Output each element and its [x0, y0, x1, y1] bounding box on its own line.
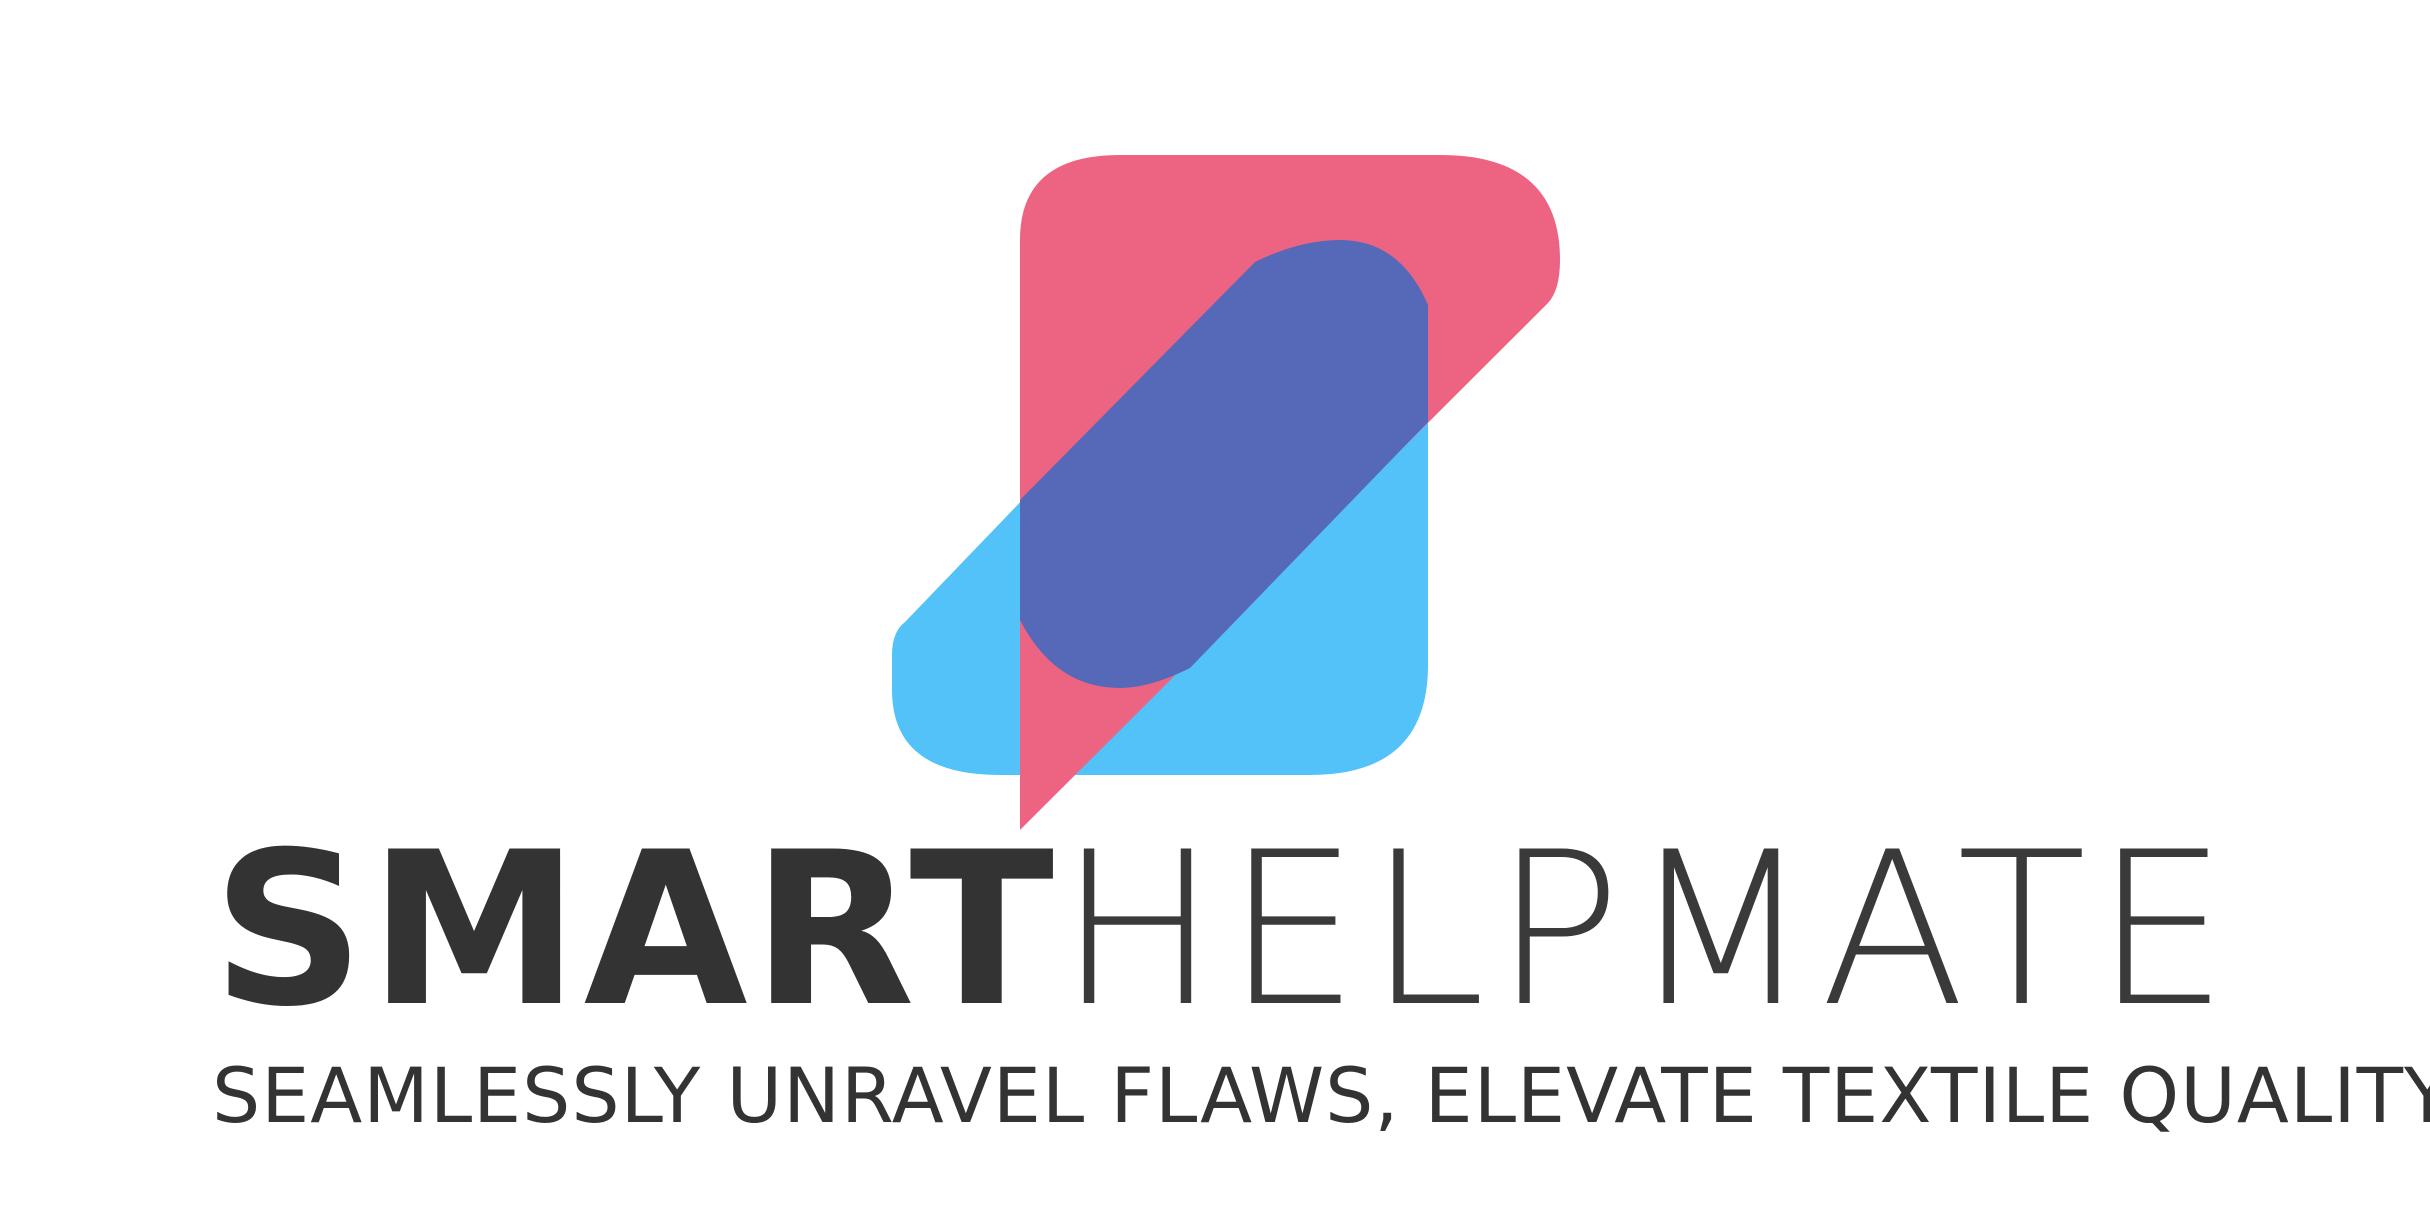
brand-tagline: SEAMLESSLY UNRAVEL FLAWS, ELEVATE TEXTIL…: [212, 1051, 2430, 1140]
brand-name-light: HELPMATE: [1058, 806, 2237, 1053]
brand-name-bold: SMART: [212, 806, 1059, 1053]
brand-wordmark: SMART HELPMATE: [212, 820, 2232, 1040]
